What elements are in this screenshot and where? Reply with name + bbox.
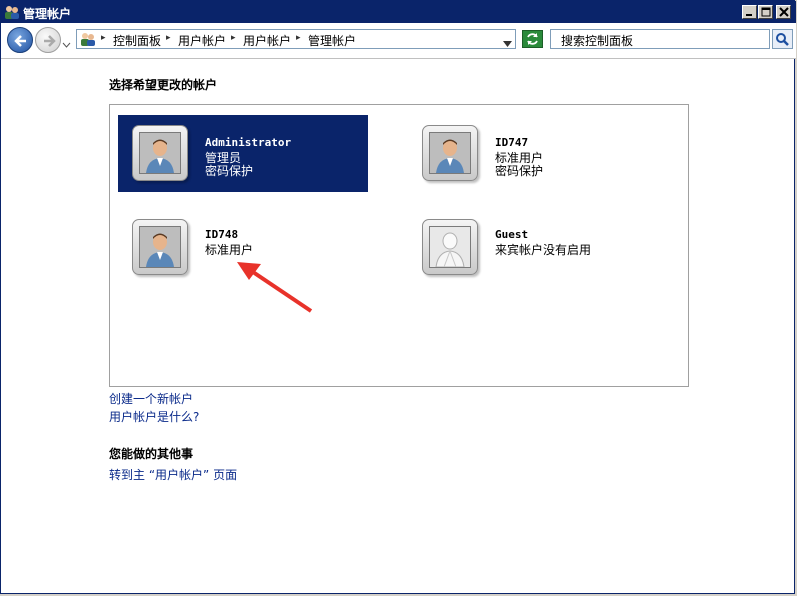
chevron-down-icon	[62, 42, 71, 48]
breadcrumb-separator-icon[interactable]: ▸	[166, 33, 171, 43]
address-dropdown[interactable]	[503, 36, 512, 50]
account-id747[interactable]: ID747 标准用户 密码保护	[408, 115, 658, 192]
manage-accounts-window: 管理帐户 ▸ 控制面板 ▸ 用户帐户 ▸ 用户帐户 ▸ 管理帐户 搜索控制面板 …	[0, 0, 796, 594]
back-button[interactable]	[7, 27, 33, 53]
window-title: 管理帐户	[23, 7, 72, 21]
user-avatar-icon	[132, 219, 188, 275]
create-account-link[interactable]: 创建一个新帐户	[109, 390, 193, 407]
search-placeholder: 搜索控制面板	[561, 34, 634, 48]
close-button[interactable]	[776, 5, 791, 19]
forward-button[interactable]	[35, 27, 61, 53]
search-button[interactable]	[772, 29, 793, 49]
breadcrumb-manage-accounts[interactable]: 管理帐户	[308, 32, 356, 49]
guest-avatar-icon	[422, 219, 478, 275]
user-avatar-icon	[132, 125, 188, 181]
user-accounts-icon	[4, 4, 20, 20]
refresh-button[interactable]	[522, 30, 543, 48]
refresh-icon	[527, 33, 538, 45]
account-password-status: 密码保护	[205, 164, 254, 178]
title-bar[interactable]: 管理帐户	[1, 1, 796, 23]
address-bar[interactable]: ▸ 控制面板 ▸ 用户帐户 ▸ 用户帐户 ▸ 管理帐户	[76, 29, 516, 49]
minimize-button[interactable]	[742, 5, 757, 19]
recent-pages-dropdown[interactable]	[62, 37, 71, 51]
user-avatar-icon	[422, 125, 478, 181]
account-name: Administrator	[205, 136, 292, 149]
account-status: 来宾帐户没有启用	[495, 243, 592, 257]
account-administrator[interactable]: Administrator 管理员 密码保护	[118, 115, 368, 192]
chevron-down-icon	[503, 41, 512, 47]
account-guest[interactable]: Guest 来宾帐户没有启用	[408, 209, 658, 286]
breadcrumb-user-accounts[interactable]: 用户帐户	[178, 32, 226, 49]
breadcrumb-separator-icon[interactable]: ▸	[101, 33, 106, 43]
account-name: Guest	[495, 228, 529, 241]
account-name: ID748	[205, 228, 239, 241]
search-input[interactable]: 搜索控制面板	[550, 29, 770, 49]
go-to-user-accounts-link[interactable]: 转到主 “用户帐户” 页面	[109, 466, 237, 483]
breadcrumb-separator-icon[interactable]: ▸	[231, 33, 236, 43]
account-name: ID747	[495, 136, 529, 149]
control-panel-icon	[80, 31, 96, 47]
search-icon	[776, 33, 789, 46]
other-tasks-heading: 您能做的其他事	[109, 447, 194, 461]
breadcrumb-user-accounts-2[interactable]: 用户帐户	[243, 32, 291, 49]
choose-account-heading: 选择希望更改的帐户	[109, 78, 218, 92]
breadcrumb-control-panel[interactable]: 控制面板	[113, 32, 161, 49]
back-arrow-icon	[14, 35, 26, 47]
accounts-panel: Administrator 管理员 密码保护 ID747 标准用户 密码保护 I…	[109, 104, 689, 387]
forward-arrow-icon	[44, 35, 56, 47]
breadcrumb-separator-icon[interactable]: ▸	[296, 33, 301, 43]
maximize-button[interactable]	[758, 5, 773, 19]
account-password-status: 密码保护	[495, 164, 544, 178]
what-is-user-account-link[interactable]: 用户帐户是什么?	[109, 408, 199, 425]
navigation-toolbar: ▸ 控制面板 ▸ 用户帐户 ▸ 用户帐户 ▸ 管理帐户 搜索控制面板	[1, 23, 796, 59]
annotation-arrow-icon	[237, 262, 313, 313]
